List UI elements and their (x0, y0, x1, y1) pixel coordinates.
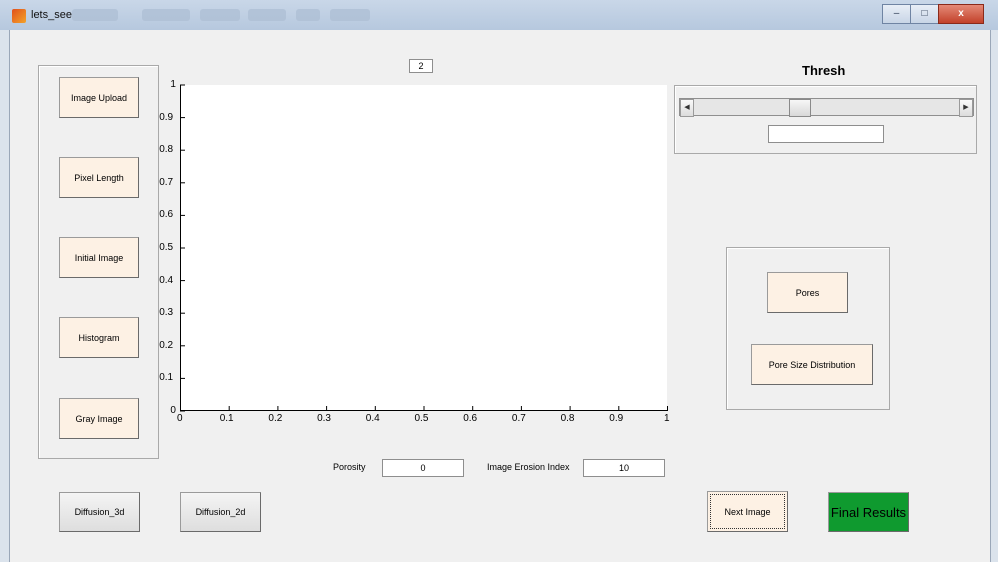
y-tick-label: 0.3 (159, 307, 174, 319)
erosion-index-label: Image Erosion Index (487, 462, 570, 472)
slider-left-arrow-icon[interactable]: ◀ (680, 99, 694, 117)
x-tick-label: 0.9 (609, 413, 624, 424)
x-tick-label: 0.6 (463, 413, 478, 424)
blurred-menu-item (248, 9, 286, 21)
next-image-button[interactable]: Next Image (707, 491, 788, 532)
thresh-slider[interactable]: ◀ ▶ (679, 98, 974, 117)
gray-image-button[interactable]: Gray Image (59, 398, 139, 439)
thresh-value-field[interactable] (768, 125, 884, 143)
final-results-button[interactable]: Final Results (828, 492, 909, 532)
pixel-length-button[interactable]: Pixel Length (59, 157, 139, 198)
slider-right-arrow-icon[interactable]: ▶ (959, 99, 973, 117)
blurred-menu-item (72, 9, 118, 21)
title-bar: lets_see – □ x (0, 0, 998, 30)
erosion-index-field[interactable]: 10 (583, 459, 665, 477)
pores-button[interactable]: Pores (767, 272, 848, 313)
thresh-panel (674, 85, 977, 154)
x-tick-label: 0.2 (268, 413, 283, 424)
initial-image-button[interactable]: Initial Image (59, 237, 139, 278)
matlab-icon (12, 9, 26, 23)
maximize-button[interactable]: □ (910, 4, 939, 24)
y-tick-label: 0 (170, 405, 176, 416)
porosity-field[interactable]: 0 (382, 459, 464, 477)
thresh-title: Thresh (798, 63, 850, 78)
x-tick-label: 0.8 (560, 413, 575, 424)
x-tick-label: 0.3 (317, 413, 331, 424)
y-tick-label: 0.8 (159, 144, 174, 156)
y-tick-label: 0.7 (159, 176, 174, 188)
minimize-button[interactable]: – (882, 4, 911, 24)
y-tick-label: 0.5 (159, 242, 174, 253)
diffusion-3d-button[interactable]: Diffusion_3d (59, 492, 140, 532)
blurred-menu-item (296, 9, 320, 21)
x-tick-label: 0.4 (365, 413, 380, 424)
x-tick-label: 0.7 (511, 413, 526, 424)
porosity-label: Porosity (333, 462, 366, 472)
y-tick-label: 0.6 (159, 209, 174, 221)
y-tick-label: 0.1 (159, 372, 174, 384)
blurred-menu-item (200, 9, 240, 21)
y-tick-label: 1 (170, 79, 176, 90)
figure-client-area: Image Upload Pixel Length Initial Image … (9, 30, 991, 562)
pore-size-distribution-button[interactable]: Pore Size Distribution (751, 344, 873, 385)
x-tick-label: 0.1 (219, 413, 234, 424)
image-upload-button[interactable]: Image Upload (59, 77, 139, 118)
y-tick-label: 0.4 (159, 274, 174, 286)
window-title: lets_see (31, 9, 72, 21)
blurred-menu-item (142, 9, 190, 21)
close-button[interactable]: x (938, 4, 984, 24)
diffusion-2d-button[interactable]: Diffusion_2d (180, 492, 261, 532)
x-tick-label: 0.5 (414, 413, 429, 424)
x-tick-label: 0 (177, 413, 183, 424)
x-tick-label: 1 (664, 413, 670, 424)
y-tick-label: 0.9 (159, 111, 174, 123)
histogram-button[interactable]: Histogram (59, 317, 139, 358)
axes-frame (180, 84, 668, 412)
slider-thumb[interactable] (788, 99, 811, 117)
y-tick-label: 0.2 (159, 339, 174, 351)
blurred-menu-item (330, 9, 370, 21)
image-index-box[interactable]: 2 (409, 59, 433, 73)
